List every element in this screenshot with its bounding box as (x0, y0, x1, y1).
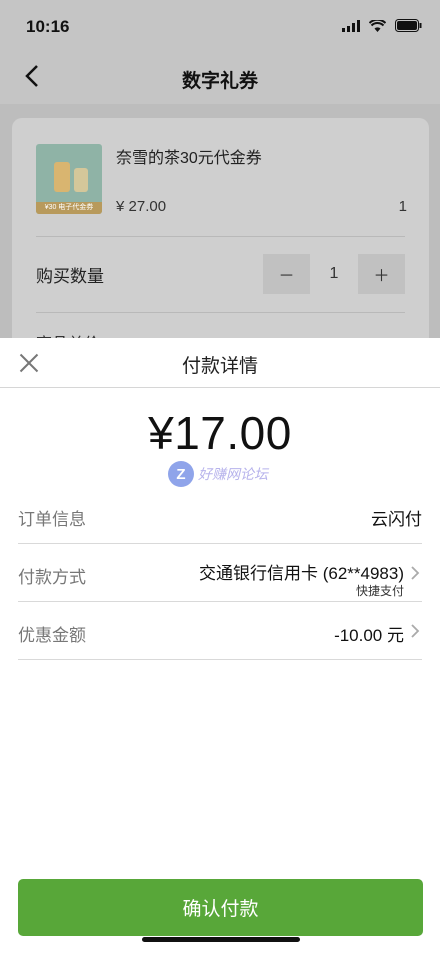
watermark-text: 好赚网论坛 (198, 466, 268, 482)
row-sub: 快捷支付 (355, 584, 404, 598)
signal-icon (342, 19, 360, 32)
row-value: 云闪付 (371, 510, 422, 529)
status-icons (342, 19, 422, 32)
row-label: 付款方式 (18, 568, 86, 587)
row-label: 优惠金额 (18, 626, 86, 645)
row-label: 订单信息 (18, 510, 86, 529)
product-image: ¥30 电子代金券 (36, 144, 102, 214)
divider (36, 312, 405, 313)
confirm-payment-button[interactable]: 确认付款 (18, 879, 423, 936)
sheet-header: 付款详情 (0, 338, 440, 388)
payment-amount: ¥17.00 (148, 407, 292, 459)
product-price: ¥ 27.00 (116, 198, 167, 215)
discount-row[interactable]: 优惠金额 -10.00 元 (18, 602, 422, 660)
wifi-icon (369, 19, 386, 32)
increase-button[interactable]: ＋ (358, 254, 405, 294)
row-value: -10.00 元 (334, 626, 404, 645)
product-thumb-caption: ¥30 电子代金券 (36, 202, 102, 214)
sheet-title: 付款详情 (181, 356, 258, 377)
nav-bar: 数字礼券 (0, 56, 440, 104)
status-time: 10:16 (26, 17, 70, 36)
order-info-row: 订单信息 云闪付 (18, 486, 422, 544)
home-indicator (142, 937, 300, 942)
quantity-value[interactable]: 1 (312, 254, 356, 294)
payment-method-row[interactable]: 付款方式 交通银行信用卡 (62**4983) 快捷支付 (18, 544, 422, 602)
payment-sheet: 付款详情 ¥17.00 Z 好赚网论坛 订单信息 云闪付 付款方式 交通银行信用… (0, 338, 440, 953)
quantity-stepper: － 1 ＋ (263, 254, 405, 294)
watermark-logo-icon: Z (168, 461, 194, 487)
quantity-label: 购买数量 (36, 267, 104, 286)
product-quantity: 1 (398, 198, 407, 215)
watermark: Z 好赚网论坛 (168, 460, 268, 488)
row-value: 交通银行信用卡 (62**4983) (198, 564, 404, 583)
status-bar: 10:16 (0, 0, 440, 56)
page-title: 数字礼券 (181, 71, 258, 92)
decrease-button[interactable]: － (263, 254, 310, 294)
divider (36, 236, 405, 237)
battery-icon (395, 19, 422, 32)
product-name: 奈雪的茶30元代金券 (116, 150, 262, 167)
chevron-right-icon (410, 623, 422, 639)
chevron-right-icon (410, 565, 422, 581)
